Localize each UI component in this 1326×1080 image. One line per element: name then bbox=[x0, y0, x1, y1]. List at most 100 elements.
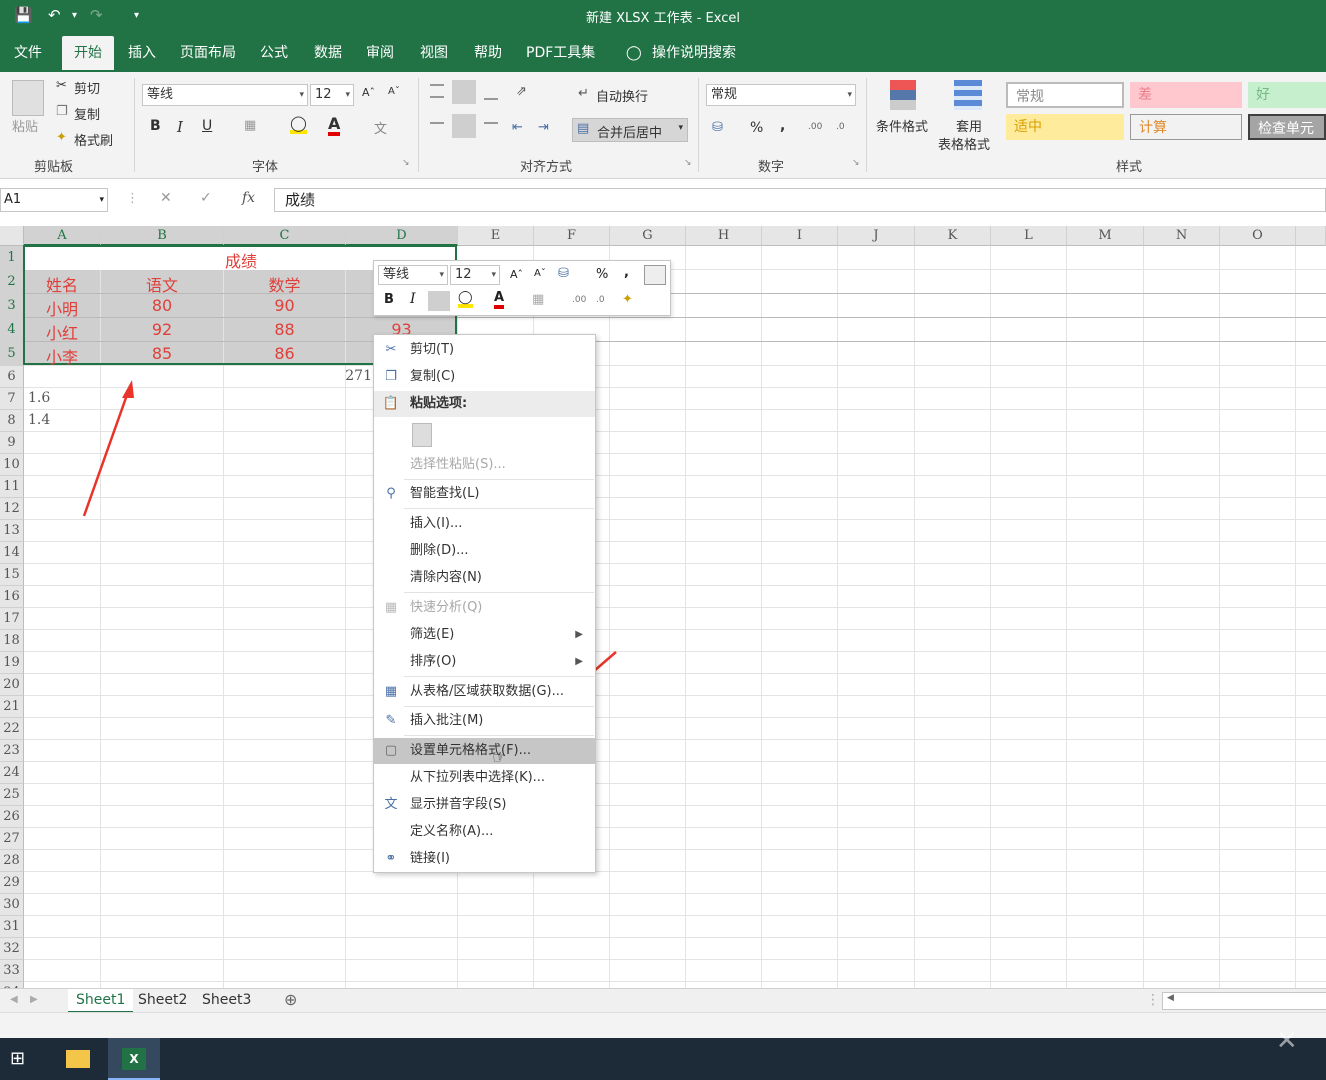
tab-insert[interactable]: 插入 bbox=[124, 40, 160, 72]
bold-button[interactable]: B bbox=[150, 118, 161, 134]
column-header-f[interactable]: F bbox=[534, 226, 610, 246]
comma-icon[interactable]: , bbox=[624, 265, 629, 280]
data-cell[interactable]: 92 bbox=[101, 320, 223, 339]
tab-formulas[interactable]: 公式 bbox=[256, 40, 292, 72]
tab-data[interactable]: 数据 bbox=[310, 40, 346, 72]
cut-button[interactable]: 剪切 bbox=[74, 78, 100, 97]
row-header[interactable]: 21 bbox=[0, 696, 24, 718]
file-explorer-icon[interactable] bbox=[66, 1050, 90, 1068]
row-header[interactable]: 20 bbox=[0, 674, 24, 696]
data-cell[interactable]: 85 bbox=[101, 344, 223, 363]
underline-button[interactable]: U bbox=[202, 118, 212, 134]
menu-item-phonetic[interactable]: 文显示拼音字段(S) bbox=[374, 792, 595, 818]
header-cell-name[interactable]: 姓名 bbox=[24, 272, 100, 296]
row-header[interactable]: 23 bbox=[0, 740, 24, 762]
tab-home[interactable]: 开始 bbox=[62, 36, 114, 70]
number-format-combo[interactable]: 常规 ▾ bbox=[706, 84, 856, 106]
style-neutral[interactable]: 适中 bbox=[1006, 114, 1124, 140]
row-header[interactable]: 26 bbox=[0, 806, 24, 828]
align-right-icon[interactable] bbox=[484, 122, 498, 124]
row-header[interactable]: 31 bbox=[0, 916, 24, 938]
row-header[interactable]: 28 bbox=[0, 850, 24, 872]
percent-button[interactable]: % bbox=[750, 120, 763, 136]
increase-indent-icon[interactable]: ⇥ bbox=[538, 120, 549, 135]
cell-a8[interactable]: 1.4 bbox=[28, 412, 50, 428]
header-cell-chinese[interactable]: 语文 bbox=[101, 272, 223, 296]
insert-function-button[interactable]: fx bbox=[242, 190, 255, 206]
column-header-j[interactable]: J bbox=[838, 226, 915, 246]
row-header[interactable]: 8 bbox=[0, 410, 24, 432]
tell-me-search[interactable]: 操作说明搜索 bbox=[648, 40, 740, 72]
data-cell[interactable]: 88 bbox=[224, 320, 345, 339]
add-sheet-icon[interactable]: ⊕ bbox=[284, 989, 297, 1011]
format-as-table-label-1[interactable]: 套用 bbox=[956, 116, 982, 135]
tab-file[interactable]: 文件 bbox=[10, 40, 46, 72]
menu-item-pick-from-list[interactable]: 从下拉列表中选择(K)... bbox=[374, 765, 595, 791]
grow-font-icon[interactable]: Aˆ bbox=[510, 268, 523, 281]
windows-start-icon[interactable]: ⊞ bbox=[10, 1048, 25, 1069]
column-header-m[interactable]: M bbox=[1067, 226, 1144, 246]
column-header-h[interactable]: H bbox=[686, 226, 762, 246]
row-header[interactable]: 16 bbox=[0, 586, 24, 608]
row-header[interactable]: 14 bbox=[0, 542, 24, 564]
row-header[interactable]: 5 bbox=[0, 342, 24, 366]
format-painter-icon[interactable]: ✦ bbox=[56, 130, 67, 145]
row-header[interactable]: 32 bbox=[0, 938, 24, 960]
tab-pdf-tools[interactable]: PDF工具集 bbox=[522, 40, 599, 72]
name-box[interactable]: A1 ▾ bbox=[0, 188, 108, 212]
scroll-left-icon[interactable]: ◀ bbox=[1167, 993, 1174, 1003]
data-cell[interactable]: 80 bbox=[101, 296, 223, 315]
row-header[interactable]: 4 bbox=[0, 318, 24, 342]
conditional-format-icon[interactable] bbox=[890, 80, 916, 110]
font-name-combo[interactable]: 等线 ▾ bbox=[142, 84, 308, 106]
copy-button[interactable]: 复制 bbox=[74, 104, 100, 123]
enter-icon[interactable]: ✓ bbox=[200, 190, 212, 206]
menu-item-quick-analysis[interactable]: ▦ 快速分析(Q) bbox=[374, 595, 595, 621]
sheet-tab-1[interactable]: Sheet1 bbox=[68, 989, 134, 1013]
menu-item-link[interactable]: ⚭ 链接(I) bbox=[374, 846, 595, 872]
row-header[interactable]: 29 bbox=[0, 872, 24, 894]
row-header[interactable]: 12 bbox=[0, 498, 24, 520]
data-cell[interactable]: 小红 bbox=[24, 320, 100, 344]
menu-item-insert-comment[interactable]: ✎ 插入批注(M) bbox=[374, 708, 595, 734]
style-normal[interactable]: 常规 bbox=[1006, 82, 1124, 108]
column-header-n[interactable]: N bbox=[1144, 226, 1220, 246]
format-painter-icon[interactable]: ✦ bbox=[622, 292, 633, 307]
format-cells-icon[interactable] bbox=[644, 265, 666, 285]
row-header[interactable]: 3 bbox=[0, 294, 24, 318]
menu-item-clear-contents[interactable]: 清除内容(N) bbox=[374, 565, 595, 591]
row-header[interactable]: 33 bbox=[0, 960, 24, 982]
row-header[interactable]: 22 bbox=[0, 718, 24, 740]
fill-color-icon[interactable]: ◯ bbox=[458, 291, 473, 308]
phonetic-icon[interactable]: 文 bbox=[374, 118, 387, 137]
paste-button[interactable]: 粘贴 bbox=[12, 116, 38, 135]
column-header-l[interactable]: L bbox=[991, 226, 1067, 246]
increase-decimal-icon[interactable]: .00 bbox=[808, 122, 822, 132]
sheet-tab-3[interactable]: Sheet3 bbox=[202, 989, 251, 1011]
excel-taskbar-item[interactable]: X bbox=[108, 1038, 160, 1080]
formula-input[interactable]: 成绩 bbox=[274, 188, 1326, 212]
column-header-b[interactable]: B bbox=[101, 226, 224, 246]
mini-italic-button[interactable]: I bbox=[410, 291, 416, 307]
row-header[interactable]: 24 bbox=[0, 762, 24, 784]
row-header[interactable]: 18 bbox=[0, 630, 24, 652]
column-header-d[interactable]: D bbox=[346, 226, 458, 246]
comma-button[interactable]: , bbox=[780, 118, 785, 134]
middle-align-icon[interactable] bbox=[452, 80, 476, 104]
scroll-left-icon[interactable]: ◀ bbox=[10, 989, 18, 1011]
paste-option-icon[interactable] bbox=[412, 423, 432, 447]
menu-item-format-cells[interactable]: ▢ 设置单元格格式(F)... bbox=[374, 738, 595, 764]
row-header[interactable]: 1 bbox=[0, 246, 24, 270]
mini-bold-button[interactable]: B bbox=[384, 292, 394, 307]
mini-font-combo[interactable]: 等线 ▾ bbox=[378, 265, 448, 285]
percent-icon[interactable]: % bbox=[596, 267, 608, 282]
decrease-decimal-icon[interactable]: .0 bbox=[596, 295, 605, 305]
paste-icon[interactable] bbox=[12, 80, 44, 116]
bottom-align-icon[interactable] bbox=[484, 88, 498, 100]
row-header[interactable]: 25 bbox=[0, 784, 24, 806]
align-center-icon[interactable] bbox=[428, 291, 450, 311]
row-header[interactable]: 27 bbox=[0, 828, 24, 850]
dialog-launcher-icon[interactable]: ↘ bbox=[852, 158, 860, 168]
row-header[interactable]: 17 bbox=[0, 608, 24, 630]
shrink-font-icon[interactable]: Aˇ bbox=[534, 268, 546, 279]
